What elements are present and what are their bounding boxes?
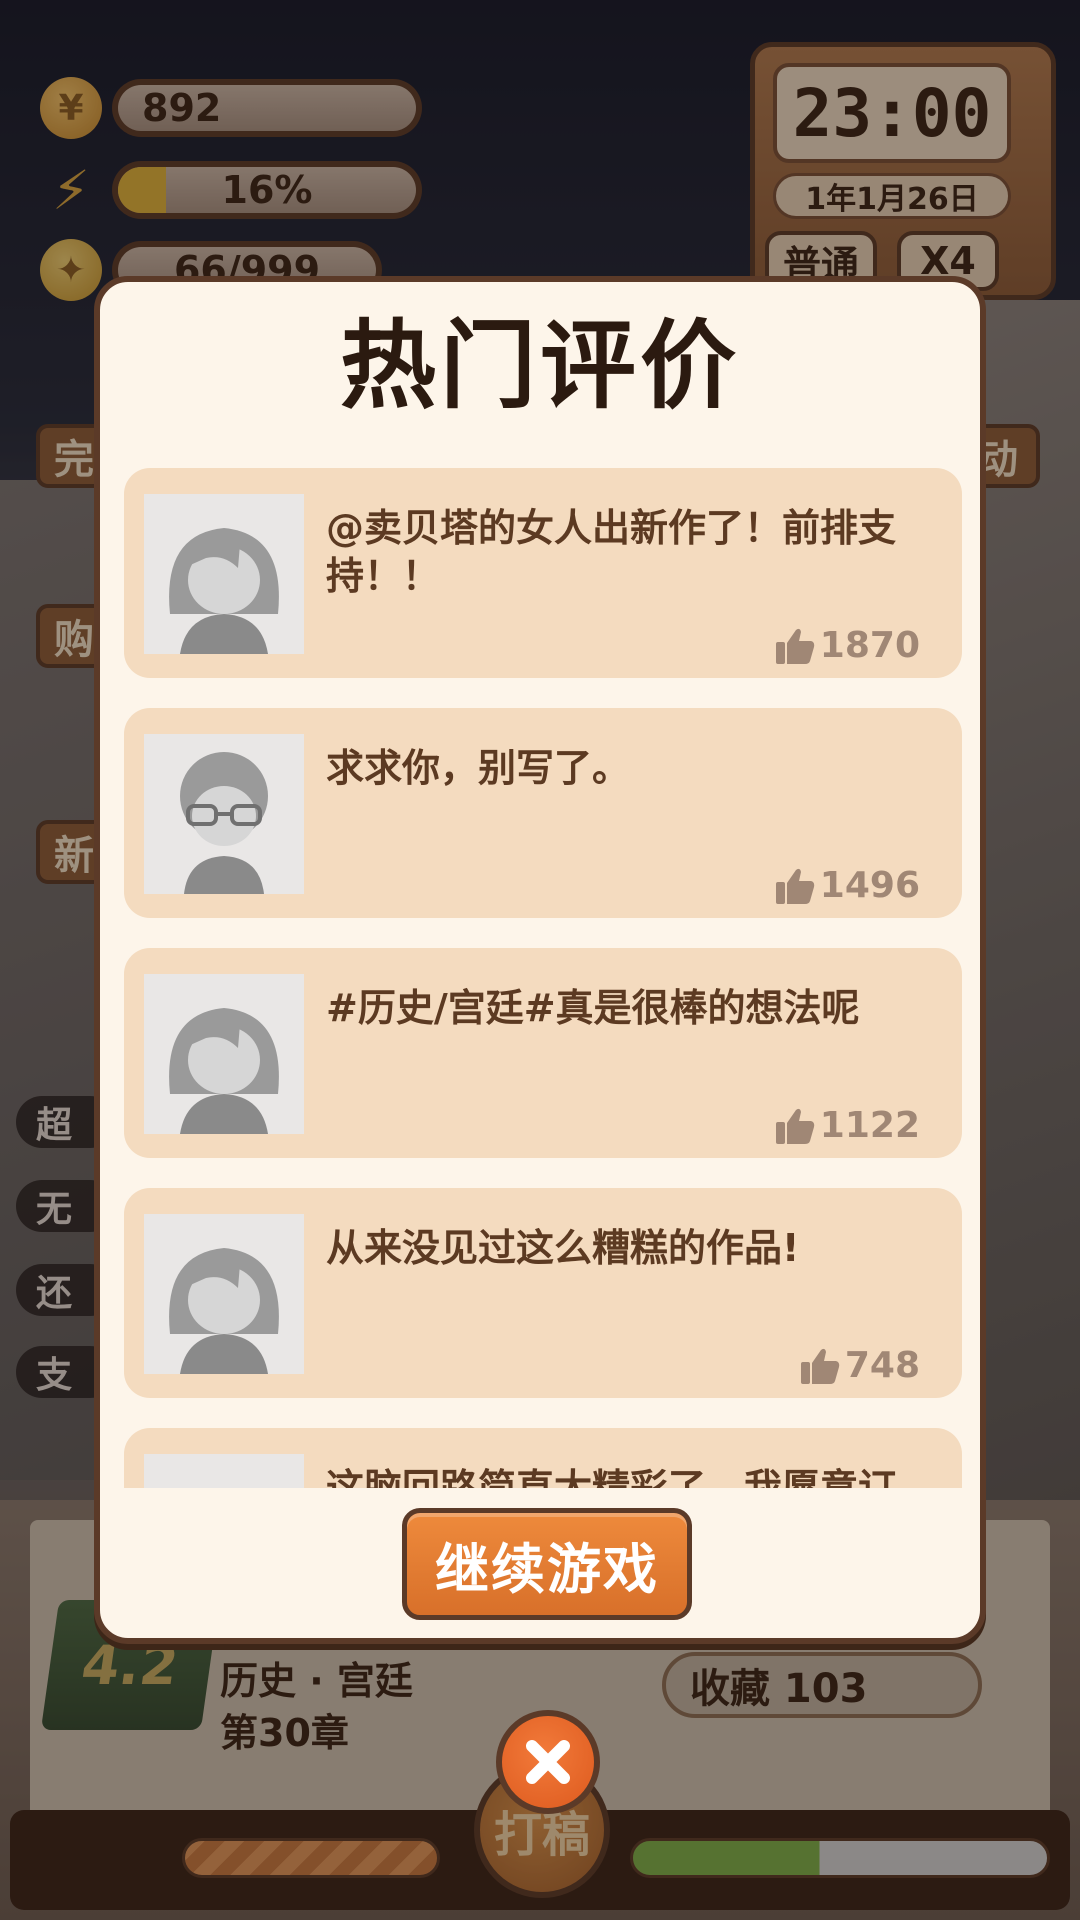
comment-text: 从来没见过这么糟糕的作品! bbox=[326, 1226, 800, 1270]
comment-list[interactable]: @卖贝塔的女人出新作了！前排支持！！ 1870 求求你，别写了。 1496 #历史/宫廷… bbox=[124, 468, 962, 1488]
girl-avatar-icon bbox=[144, 974, 304, 1134]
hot-reviews-modal: 热门评价 @卖贝塔的女人出新作了！前排支持！！ 1870 求求你，别写了。 1496 #… bbox=[94, 276, 986, 1644]
thumbs-up-icon bbox=[775, 628, 814, 664]
like-count-value: 1496 bbox=[819, 865, 920, 906]
comment-card: #历史/宫廷#真是很棒的想法呢 1122 bbox=[124, 948, 962, 1158]
boy-glasses-avatar-icon bbox=[144, 734, 304, 894]
thumbs-up-icon bbox=[775, 1108, 814, 1144]
girl-avatar-icon bbox=[144, 494, 304, 654]
girl-avatar-icon bbox=[144, 1214, 304, 1374]
like-count[interactable]: 748 bbox=[799, 1345, 920, 1386]
comment-card: 求求你，别写了。 1496 bbox=[124, 708, 962, 918]
like-count-value: 1870 bbox=[819, 625, 920, 666]
close-icon bbox=[526, 1740, 570, 1784]
thumbs-up-icon bbox=[800, 1348, 840, 1384]
comment-card: 从来没见过这么糟糕的作品! 748 bbox=[124, 1188, 962, 1398]
like-count-value: 1122 bbox=[819, 1105, 920, 1146]
modal-title: 热门评价 bbox=[340, 310, 740, 422]
comment-text: 这脑回路简直太精彩了，我愿意订 bbox=[326, 1466, 897, 1488]
comment-text: @卖贝塔的女人出新作了！前排支持！！ bbox=[326, 506, 897, 598]
comment-text: 求求你，别写了。 bbox=[326, 746, 631, 790]
like-count[interactable]: 1122 bbox=[774, 1105, 920, 1146]
like-count-value: 748 bbox=[844, 1345, 920, 1386]
continue-game-button[interactable]: 继续游戏 bbox=[402, 1508, 692, 1620]
comment-card: 这脑回路简直太精彩了，我愿意订 bbox=[124, 1428, 962, 1488]
thumbs-up-icon bbox=[775, 868, 814, 904]
comment-card: @卖贝塔的女人出新作了！前排支持！！ 1870 bbox=[124, 468, 962, 678]
comment-text: #历史/宫廷#真是很棒的想法呢 bbox=[326, 986, 860, 1030]
like-count[interactable]: 1870 bbox=[774, 625, 920, 666]
girl-avatar-icon bbox=[144, 1454, 304, 1488]
like-count[interactable]: 1496 bbox=[774, 865, 920, 906]
close-button[interactable] bbox=[496, 1710, 600, 1814]
